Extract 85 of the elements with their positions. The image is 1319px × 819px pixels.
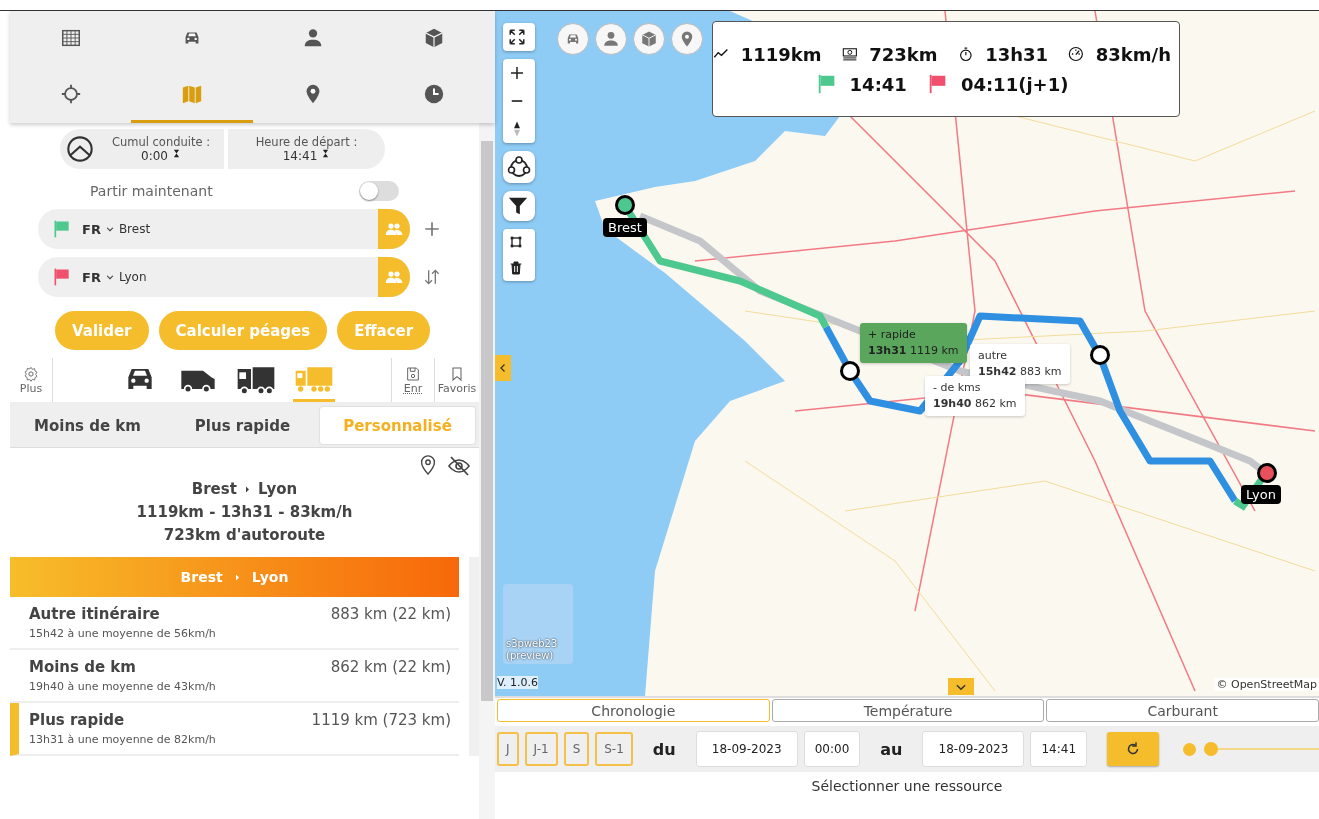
- chart-tab[interactable]: Température: [771, 699, 1045, 722]
- itinerary-header: Brest Lyon: [10, 557, 459, 597]
- route-tooltip[interactable]: - de kms 19h40 862 km: [925, 376, 1025, 416]
- people-icon: [385, 220, 403, 238]
- trip-value: 04:11(j+1): [960, 73, 1069, 95]
- trip-value: 1119km: [740, 43, 822, 65]
- route-stats: 1119km - 13h31 - 83km/h: [136, 502, 353, 523]
- itinerary-item[interactable]: Autre itinéraire 883 km (22 km) 15h42 à une moyenne de 56km/h: [10, 597, 459, 650]
- country-select[interactable]: FR: [82, 221, 101, 237]
- slider-thumb[interactable]: [1204, 742, 1219, 756]
- period-button[interactable]: S-1: [595, 732, 633, 766]
- date-field[interactable]: 18-09-2023: [695, 731, 798, 767]
- collapse-bottom-button[interactable]: [948, 678, 974, 695]
- country-select[interactable]: FR: [82, 269, 101, 285]
- time-field[interactable]: 14:41: [1030, 731, 1088, 767]
- itinerary-name: Autre itinéraire: [29, 605, 160, 623]
- period-button[interactable]: J-1: [524, 732, 558, 766]
- route-tab[interactable]: Moins de km: [10, 407, 165, 444]
- driving-time-field[interactable]: Cumul conduite : 0:00: [60, 129, 224, 169]
- steering-wheel-icon: [66, 135, 94, 163]
- range-label: au: [880, 739, 903, 759]
- highway-distance: 723km d'autoroute: [163, 525, 326, 546]
- chart-tab[interactable]: Carburant: [1046, 699, 1319, 722]
- itinerary-distance: 883 km (22 km): [330, 605, 451, 623]
- status-message: Sélectionner une ressource: [810, 778, 1004, 794]
- route-origin: Brest: [191, 479, 237, 500]
- route-destination: Lyon: [257, 479, 298, 500]
- route-tooltip[interactable]: + rapide 13h31 1119 km: [860, 323, 967, 363]
- favorites-button[interactable]: Favoris: [435, 358, 479, 402]
- swap-icon[interactable]: [422, 267, 442, 287]
- itinerary-detail: 15h42 à une moyenne de 56km/h: [29, 627, 217, 640]
- attribution-text: © OpenStreetMap: [1214, 678, 1319, 691]
- field-label: Cumul conduite :: [111, 135, 211, 149]
- date-field[interactable]: 18-09-2023: [922, 731, 1025, 767]
- itinerary-detail: 19h40 à une moyenne de 43km/h: [29, 680, 217, 693]
- field-value: 14:41: [282, 149, 318, 163]
- place-label: Brest: [603, 218, 647, 237]
- hourglass-icon: [321, 149, 331, 158]
- save-icon: [405, 365, 421, 382]
- period-button[interactable]: J: [497, 732, 519, 766]
- box-icon: [423, 26, 446, 49]
- chevron-down-icon[interactable]: [104, 224, 115, 234]
- crosshair-icon: [59, 82, 82, 105]
- person-icon: [602, 30, 620, 48]
- address-field[interactable]: FR Brest: [38, 209, 410, 249]
- eye-off-icon[interactable]: [447, 454, 471, 478]
- range-label: du: [652, 739, 676, 759]
- address-value: Brest: [118, 222, 152, 236]
- itinerary-item[interactable]: Moins de km 862 km (22 km) 19h40 à une moyenne de 43km/h: [10, 650, 459, 703]
- settings-icon: [23, 365, 39, 382]
- chart-tab[interactable]: Chronologie: [497, 699, 770, 722]
- itinerary-detail: 13h31 à une moyenne de 82km/h: [29, 733, 217, 746]
- route-tab[interactable]: Plus rapide: [165, 407, 320, 444]
- field-label: Heure de départ :: [255, 135, 358, 149]
- period-button[interactable]: S: [563, 732, 590, 766]
- toggle-label: Partir maintenant: [90, 183, 213, 199]
- trip-value: 83km/h: [1095, 43, 1171, 65]
- map-placeholder[interactable]: Brest Lyon + rapide 13h31 1119 km autre 15h42 883 km - de kms 19h40 862 km 1119km 723km 13h31 83km/h 14:41 04:11(j+1) s3pweb23 (preview) V. 1.0.6 © OpenStreetMap: [495, 11, 1319, 696]
- address-value: Lyon: [118, 270, 148, 284]
- box-icon: [640, 30, 658, 48]
- address-field[interactable]: FR Lyon: [38, 257, 410, 297]
- add-icon[interactable]: [422, 219, 442, 239]
- field-value: 0:00: [141, 149, 168, 163]
- save-button[interactable]: Enr: [391, 358, 435, 402]
- place-label: Lyon: [1241, 485, 1281, 504]
- refresh-button[interactable]: [1107, 732, 1160, 766]
- clock-icon: [423, 82, 446, 105]
- people-icon: [385, 268, 403, 286]
- time-field[interactable]: 00:00: [803, 731, 861, 767]
- departure-time-field[interactable]: Heure de départ : 14:41: [228, 129, 385, 169]
- hourglass-icon: [171, 149, 181, 158]
- itinerary-distance: 862 km (22 km): [330, 658, 451, 676]
- itinerary-name: Moins de km: [29, 658, 136, 676]
- toggle-switch[interactable]: [359, 181, 399, 201]
- bookmark-icon: [449, 365, 465, 382]
- itinerary-name: Plus rapide: [29, 711, 125, 729]
- chevron-down-icon[interactable]: [104, 272, 115, 282]
- scrollbar[interactable]: [481, 141, 493, 701]
- more-button[interactable]: Plus: [10, 358, 53, 402]
- trip-value: 723km: [869, 43, 938, 65]
- itinerary-distance: 1119 km (723 km): [311, 711, 451, 729]
- trip-value: 13h31: [985, 43, 1049, 65]
- itinerary-item[interactable]: Plus rapide 1119 km (723 km) 13h31 à une moyenne de 82km/h: [10, 703, 459, 756]
- version-label: V. 1.0.6: [497, 676, 539, 689]
- trip-value: 14:41: [849, 73, 907, 95]
